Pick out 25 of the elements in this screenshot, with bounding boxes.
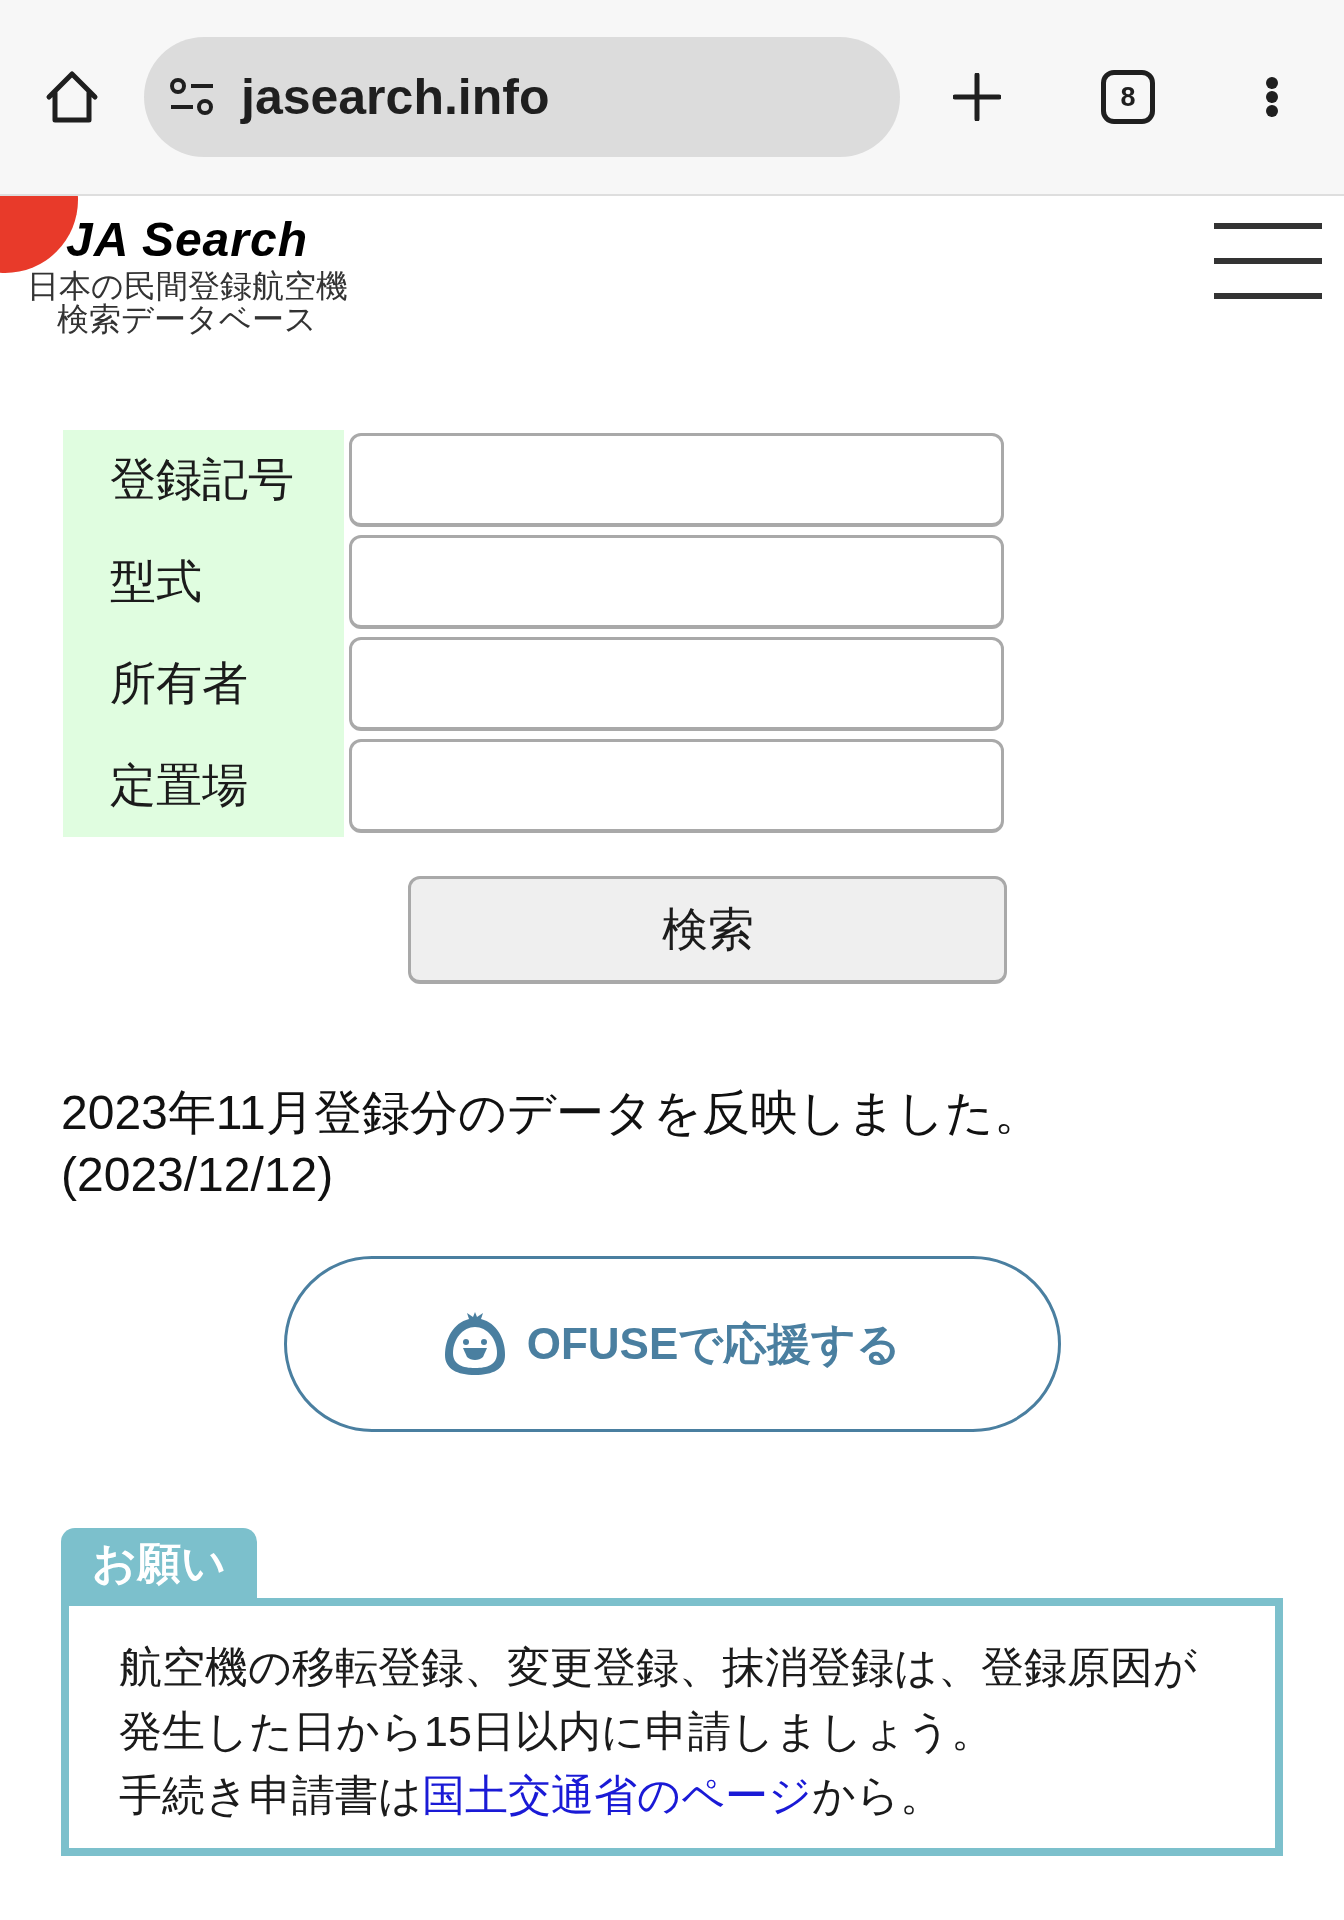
support-button[interactable]: OFUSEで応援する xyxy=(283,1256,1061,1432)
request-text: 航空機の移転登録、変更登録、抹消登録は、登録原因が 発生した日から15日以内に申請しましょう。 手続き申請書は国土交通省のページから。 xyxy=(119,1642,1198,1821)
address-bar[interactable]: jasearch.info xyxy=(144,37,900,157)
site-settings-icon[interactable] xyxy=(169,77,215,117)
new-tab-icon[interactable] xyxy=(953,73,1001,121)
tab-switcher-button[interactable]: 8 xyxy=(1101,70,1155,124)
ministry-page-link[interactable]: 国土交通省のページ xyxy=(422,1771,812,1819)
logo-title: JA Search xyxy=(66,216,308,264)
search-button[interactable]: 検索 xyxy=(408,876,1007,984)
update-notice: 2023年11月登録分のデータを反映しました。 (2023/12/12) xyxy=(61,1085,1042,1203)
text-input[interactable] xyxy=(349,637,1004,731)
field-label: 所有者 xyxy=(109,656,249,711)
field-label: 定置場 xyxy=(109,758,249,813)
field-label: 型式 xyxy=(109,554,203,609)
field-label: 登録記号 xyxy=(109,452,295,507)
home-icon[interactable] xyxy=(45,70,99,124)
logo-subtitle: 日本の民間登録航空機 xyxy=(26,270,348,303)
penguin-icon xyxy=(442,1311,507,1377)
text-input[interactable] xyxy=(349,433,1004,527)
text-input[interactable] xyxy=(349,535,1004,629)
logo-subtitle: 検索データベース xyxy=(57,303,317,336)
text-input[interactable] xyxy=(349,739,1004,833)
more-menu-icon[interactable] xyxy=(1265,77,1279,117)
menu-icon[interactable] xyxy=(1214,223,1322,299)
section-heading: お願い xyxy=(61,1528,257,1598)
